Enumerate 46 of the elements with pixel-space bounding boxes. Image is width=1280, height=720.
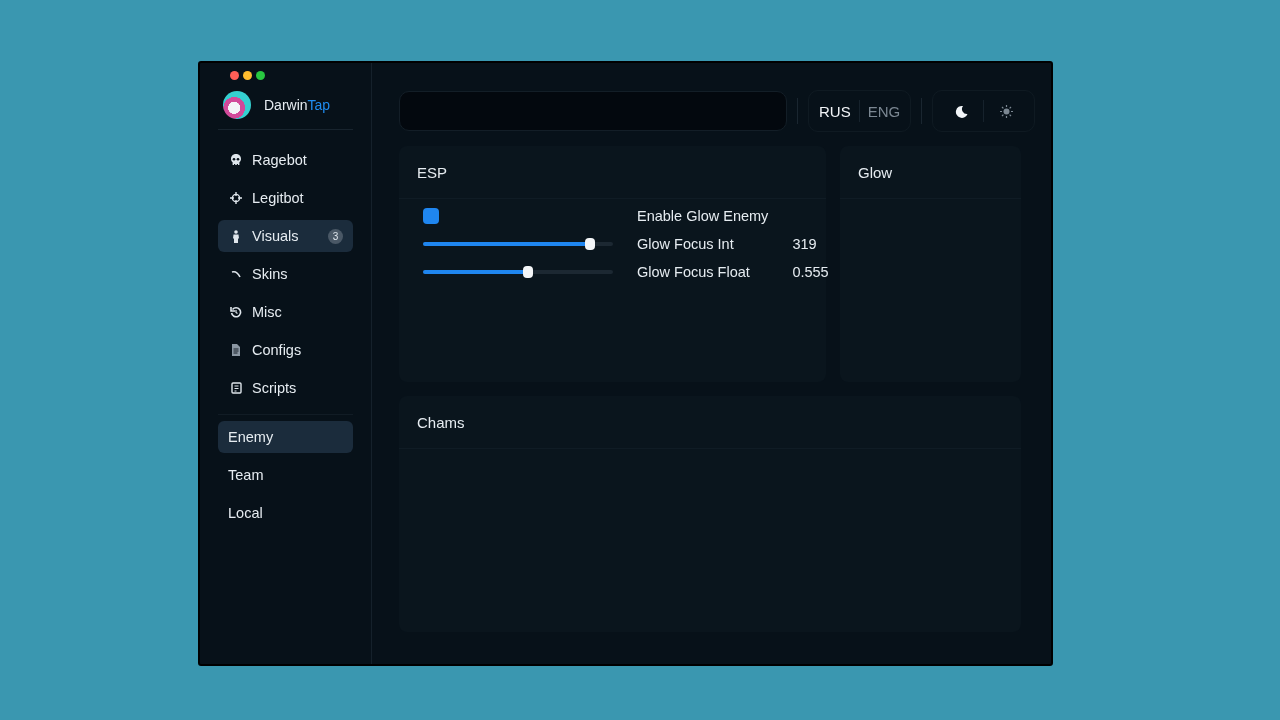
slider-thumb[interactable]: [585, 238, 596, 250]
sub-nav-item[interactable]: Enemy: [218, 421, 353, 453]
nav-label: Configs: [252, 342, 302, 358]
script-icon: [230, 382, 242, 394]
nav-label: Skins: [252, 266, 288, 282]
nav-item[interactable]: Skins: [218, 258, 353, 290]
nav-item[interactable]: Ragebot: [218, 144, 353, 176]
nav-label: Visuals: [252, 228, 299, 244]
zoom-dot[interactable]: [256, 70, 265, 80]
sub-nav-item[interactable]: Local: [218, 497, 353, 529]
nav-label: Scripts: [252, 380, 297, 396]
checkbox[interactable]: [423, 208, 439, 224]
language-button[interactable]: RUS: [815, 97, 855, 125]
search-field[interactable]: [399, 91, 787, 131]
moon-icon: [954, 104, 968, 118]
slider-value: 319: [792, 236, 818, 252]
close-dot[interactable]: [230, 70, 239, 80]
nav-item[interactable]: Misc: [218, 296, 353, 328]
panel-title: Glow: [858, 163, 893, 181]
sub-nav-item[interactable]: Team: [218, 459, 353, 491]
app-name: DarwinTap: [264, 97, 331, 113]
crosshair-icon: [230, 192, 242, 204]
option-label: Enable Glow Enemy: [637, 208, 769, 224]
count-badge: 3: [328, 228, 343, 244]
rotate-icon: [230, 306, 242, 318]
sun-icon: [999, 104, 1013, 118]
panel-title: ESP: [417, 163, 447, 181]
slider-value: 0.555: [792, 264, 829, 280]
nav-label: Legitbot: [252, 190, 304, 206]
option-label: Glow Focus Float: [637, 264, 751, 280]
minimize-dot[interactable]: [243, 70, 252, 80]
nav-label: Ragebot: [252, 152, 307, 168]
person-icon: [232, 229, 240, 243]
file-icon: [231, 344, 241, 356]
slider-thumb[interactable]: [522, 266, 533, 278]
curve-icon: [231, 270, 241, 278]
nav-item[interactable]: Configs: [218, 334, 353, 366]
nav-item[interactable]: Scripts: [218, 372, 353, 404]
option-label: Glow Focus Int: [637, 236, 735, 252]
language-button[interactable]: ENG: [863, 97, 905, 125]
logo-avatar: [223, 91, 251, 119]
skull-icon: [230, 153, 242, 167]
nav-item[interactable]: Visuals 3: [218, 220, 353, 252]
nav-item[interactable]: Legitbot: [218, 182, 353, 214]
nav-label: Misc: [252, 304, 282, 320]
panel-title: Chams: [417, 413, 465, 431]
